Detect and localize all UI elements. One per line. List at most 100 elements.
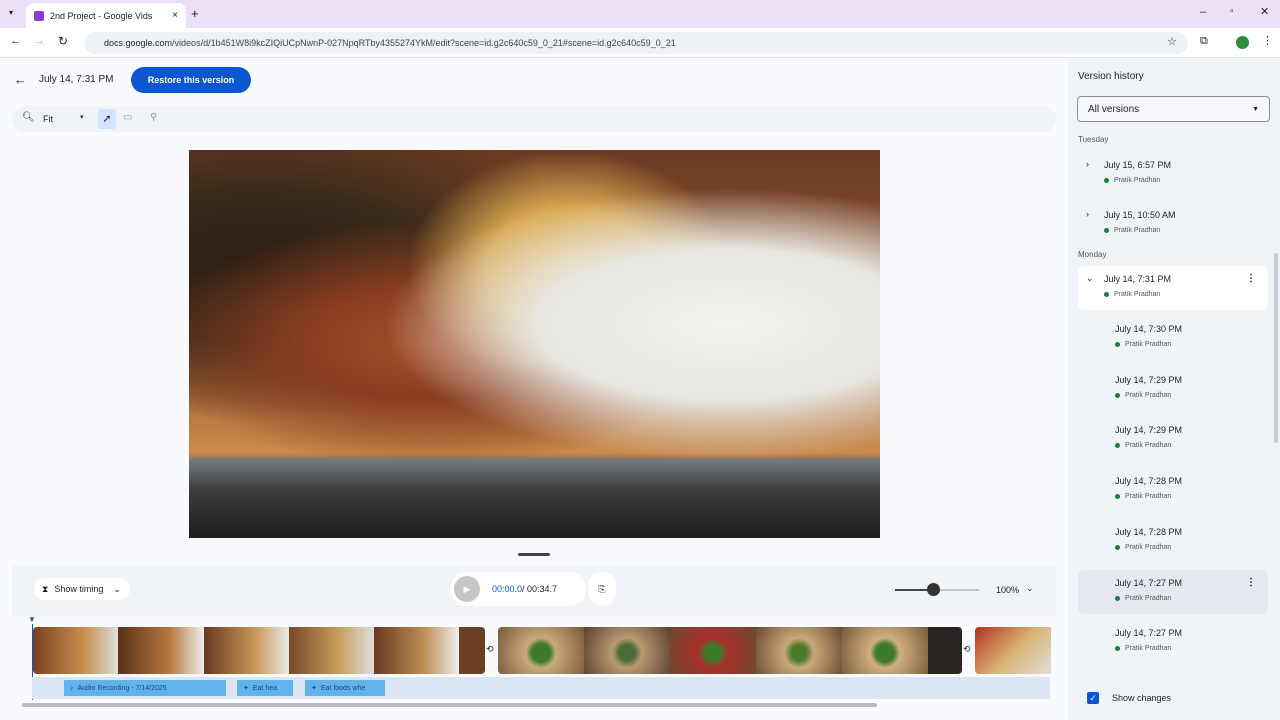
clip-thumbnail	[583, 627, 670, 674]
minimize-icon[interactable]: –	[1200, 6, 1206, 18]
slider-knob[interactable]	[926, 583, 940, 596]
address-bar-row: ← → ↻ docs.google.com/videos/d/1b451W8i9…	[0, 28, 1280, 58]
version-item[interactable]: July 14, 7:27 PM Pratik Pradhan	[1078, 620, 1268, 664]
transition-icon[interactable]: ⟲	[486, 644, 494, 655]
reload-icon[interactable]: ↻	[58, 34, 68, 48]
version-author: Pratik Pradhan	[1125, 493, 1172, 501]
browser-menu-icon[interactable]: ⋮	[1262, 34, 1273, 47]
scene-clip-3[interactable]	[975, 627, 1051, 674]
total-time: / 00:34.7	[522, 584, 558, 594]
video-frame-plate	[189, 458, 880, 538]
author-dot	[1115, 392, 1120, 398]
day-heading: Monday	[1078, 250, 1107, 259]
back-icon[interactable]: ←	[10, 35, 21, 47]
version-item[interactable]: July 14, 7:30 PM Pratik Pradhan	[1078, 316, 1268, 360]
audio-recording-chip[interactable]: ♪ Audio Recording - 7/14/2025	[64, 680, 226, 696]
version-author: Pratik Pradhan	[1125, 391, 1172, 399]
voiceover-chip-2[interactable]: ✦ Eat foods whe	[305, 680, 385, 696]
clip-thumbnail	[841, 627, 928, 674]
version-title: July 14, 7:31 PM	[39, 74, 114, 85]
clip-thumbnail	[118, 627, 204, 674]
version-item[interactable]: July 14, 7:27 PM Pratik Pradhan ⋮	[1078, 569, 1268, 614]
timeline-zoom-slider[interactable]	[895, 583, 979, 596]
version-item[interactable]: July 14, 7:29 PM Pratik Pradhan	[1078, 367, 1268, 411]
version-item[interactable]: › July 15, 10:50 AM Pratik Pradhan	[1078, 202, 1268, 246]
maximize-icon[interactable]: ▫	[1230, 6, 1234, 17]
day-heading: Tuesday	[1078, 135, 1109, 144]
browser-tab[interactable]: 2nd Project - Google Vids ×	[26, 3, 186, 28]
transition-icon[interactable]: ⟲	[963, 644, 971, 655]
filter-value: All versions	[1088, 103, 1140, 115]
version-item[interactable]: July 14, 7:29 PM Pratik Pradhan	[1078, 417, 1268, 461]
voiceover-chip-1[interactable]: ✦ Eat hea	[237, 680, 293, 696]
clip-thumbnail	[288, 627, 375, 674]
zoom-percent[interactable]: 100%	[996, 585, 1019, 595]
close-tab-icon[interactable]: ×	[172, 10, 178, 21]
version-item[interactable]: July 14, 7:28 PM Pratik Pradhan	[1078, 519, 1268, 563]
clip-thumbnail	[755, 627, 842, 674]
record-icon: ⎘	[598, 583, 606, 594]
clip-thumbnail	[498, 627, 584, 674]
comment-icon[interactable]: ▭	[123, 112, 132, 123]
playhead-marker-icon[interactable]: ▼	[28, 615, 36, 624]
zoom-dropdown-icon[interactable]: ▾	[80, 113, 84, 121]
back-arrow-icon[interactable]: ←	[14, 72, 27, 87]
url-input[interactable]: docs.google.com/videos/d/1b451W8i9kcZIQi…	[84, 32, 1188, 54]
scene-clip-1[interactable]	[33, 627, 485, 674]
version-author: Pratik Pradhan	[1114, 291, 1161, 298]
version-time: July 14, 7:30 PM	[1115, 324, 1183, 334]
version-time: July 14, 7:27 PM	[1115, 577, 1183, 588]
sparkle-icon: ✦	[311, 685, 317, 692]
zoom-select[interactable]: Fit	[43, 114, 53, 124]
panel-title: Version history	[1078, 71, 1144, 82]
canvas-toolbar: 🔍︎ Fit ▾ ➚ ▭ ⚲	[12, 106, 1056, 132]
author-dot	[1115, 494, 1120, 500]
collapse-chevron-icon[interactable]: ⌄	[1086, 273, 1094, 284]
timing-icon: ⧗	[42, 583, 49, 594]
forward-icon[interactable]: →	[34, 35, 45, 47]
author-dot	[1104, 178, 1109, 183]
audio-track: ♪ Audio Recording - 7/14/2025 ✦ Eat hea ✦ E…	[32, 677, 1050, 699]
zoom-icon: 🔍︎	[22, 112, 35, 123]
tab-search-icon[interactable]: ▾	[9, 8, 13, 17]
chip-label: Eat hea	[252, 684, 278, 692]
author-dot	[1115, 595, 1120, 601]
versions-filter-select[interactable]: All versions ▼	[1077, 96, 1270, 122]
zoom-chevron-icon[interactable]: ⌄	[1026, 583, 1034, 594]
show-changes-label: Show changes	[1112, 693, 1172, 703]
video-preview[interactable]	[189, 150, 880, 538]
expand-chevron-icon[interactable]: ›	[1086, 209, 1089, 219]
version-author: Pratik Pradhan	[1125, 341, 1172, 348]
close-window-icon[interactable]: ✕	[1260, 5, 1269, 18]
restore-version-button[interactable]: Restore this version	[131, 67, 251, 93]
record-button[interactable]: ⎘	[588, 572, 616, 606]
format-paint-icon[interactable]: ⚲	[150, 112, 157, 123]
tab-title: 2nd Project - Google Vids	[50, 10, 153, 21]
version-time: July 14, 7:27 PM	[1115, 628, 1183, 639]
show-timing-button[interactable]: ⧗ Show timing ⌄	[34, 578, 130, 600]
version-time: July 14, 7:29 PM	[1115, 374, 1183, 385]
timeline-scrollbar[interactable]	[22, 703, 877, 707]
resize-handle[interactable]	[518, 553, 550, 556]
music-note-icon: ♪	[70, 684, 74, 692]
version-item[interactable]: July 14, 7:28 PM Pratik Pradhan	[1078, 468, 1268, 512]
version-item[interactable]: › July 15, 6:57 PM Pratik Pradhan	[1078, 152, 1268, 196]
clip-thumbnail	[927, 627, 962, 674]
profile-avatar[interactable]	[1236, 36, 1249, 49]
version-item-selected[interactable]: ⌄ July 14, 7:31 PM Pratik Pradhan ⋮	[1078, 266, 1268, 310]
version-author: Pratik Pradhan	[1125, 442, 1172, 450]
play-button[interactable]: ▶	[454, 576, 480, 602]
extensions-icon[interactable]: ⧉	[1200, 35, 1208, 48]
select-pointer-icon[interactable]: ➚	[98, 109, 116, 129]
new-tab-icon[interactable]: +	[191, 6, 199, 21]
version-time: July 14, 7:29 PM	[1115, 425, 1183, 436]
version-author: Pratik Pradhan	[1125, 594, 1172, 602]
more-options-icon[interactable]: ⋮	[1246, 273, 1256, 284]
bookmark-star-icon[interactable]: ☆	[1167, 35, 1177, 48]
show-changes-checkbox[interactable]: ✓	[1087, 692, 1099, 704]
more-options-icon[interactable]: ⋮	[1246, 577, 1256, 588]
scene-clip-2[interactable]	[498, 627, 962, 674]
chevron-down-icon: ⌄	[113, 583, 121, 594]
panel-scrollbar[interactable]	[1274, 253, 1278, 443]
expand-chevron-icon[interactable]: ›	[1086, 159, 1089, 169]
